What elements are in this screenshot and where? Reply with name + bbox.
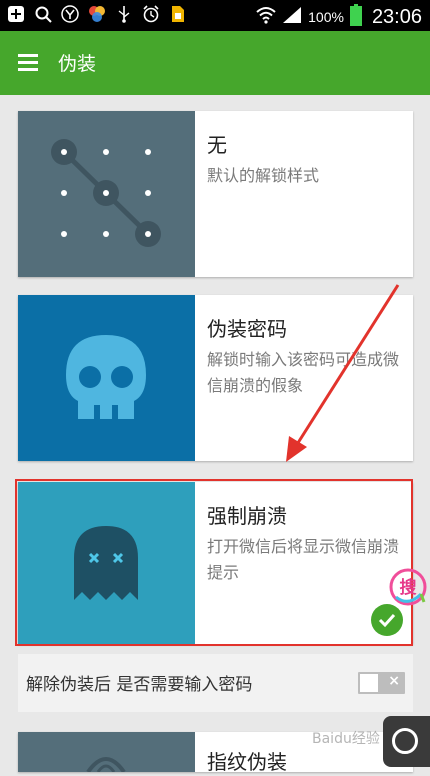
- option-title: 伪装密码: [207, 317, 287, 341]
- search-notify-icon: [33, 4, 53, 24]
- option-description: 默认的解锁样式: [207, 166, 320, 185]
- ring-icon: [392, 728, 418, 754]
- option-description: 解锁时输入该密码可造成微信崩溃的假象: [207, 350, 400, 395]
- watermark: Baidu经验: [312, 731, 380, 747]
- option-title: 无: [207, 133, 227, 157]
- password-required-setting: 解除伪装后 是否需要输入密码 ×: [18, 654, 413, 712]
- clock: 23:06: [371, 5, 422, 28]
- battery-icon: [349, 4, 362, 30]
- search-assistant-badge[interactable]: 搜: [388, 567, 428, 607]
- menu-icon[interactable]: [18, 54, 38, 72]
- check-icon: [371, 604, 403, 636]
- badge-label: 搜: [400, 577, 418, 598]
- option-title: 指纹伪装: [207, 750, 287, 774]
- selection-highlight-frame: [15, 479, 413, 646]
- app-bar: 伪装: [0, 31, 430, 95]
- pattern-lock-icon: [18, 111, 195, 277]
- colorful-app-icon: [87, 4, 107, 24]
- wifi-icon: [256, 6, 276, 28]
- status-bar-right: 100% 23:06: [256, 4, 422, 30]
- option-card-none[interactable]: 无 默认的解锁样式: [18, 111, 413, 277]
- usb-icon: [114, 4, 134, 24]
- toggle-knob: [360, 674, 378, 692]
- alarm-icon: [141, 4, 161, 24]
- battery-percent: 100%: [308, 9, 344, 25]
- status-bar: 100% 23:06: [0, 0, 430, 31]
- skull-icon: [18, 295, 195, 461]
- sim-icon: [168, 4, 188, 24]
- status-bar-left-icons: [6, 4, 188, 24]
- setting-label: 解除伪装后 是否需要输入密码: [26, 675, 253, 695]
- toggle-off-symbol: ×: [388, 673, 400, 689]
- page-title: 伪装: [58, 53, 97, 75]
- signal-icon: [282, 6, 302, 28]
- app-icon: [60, 4, 80, 24]
- fingerprint-icon: [18, 732, 195, 774]
- add-icon: [6, 4, 26, 24]
- password-required-toggle[interactable]: ×: [358, 672, 405, 694]
- floating-assist-button[interactable]: [383, 716, 430, 767]
- option-card-fake-password[interactable]: 伪装密码 解锁时输入该密码可造成微信崩溃的假象: [18, 295, 413, 461]
